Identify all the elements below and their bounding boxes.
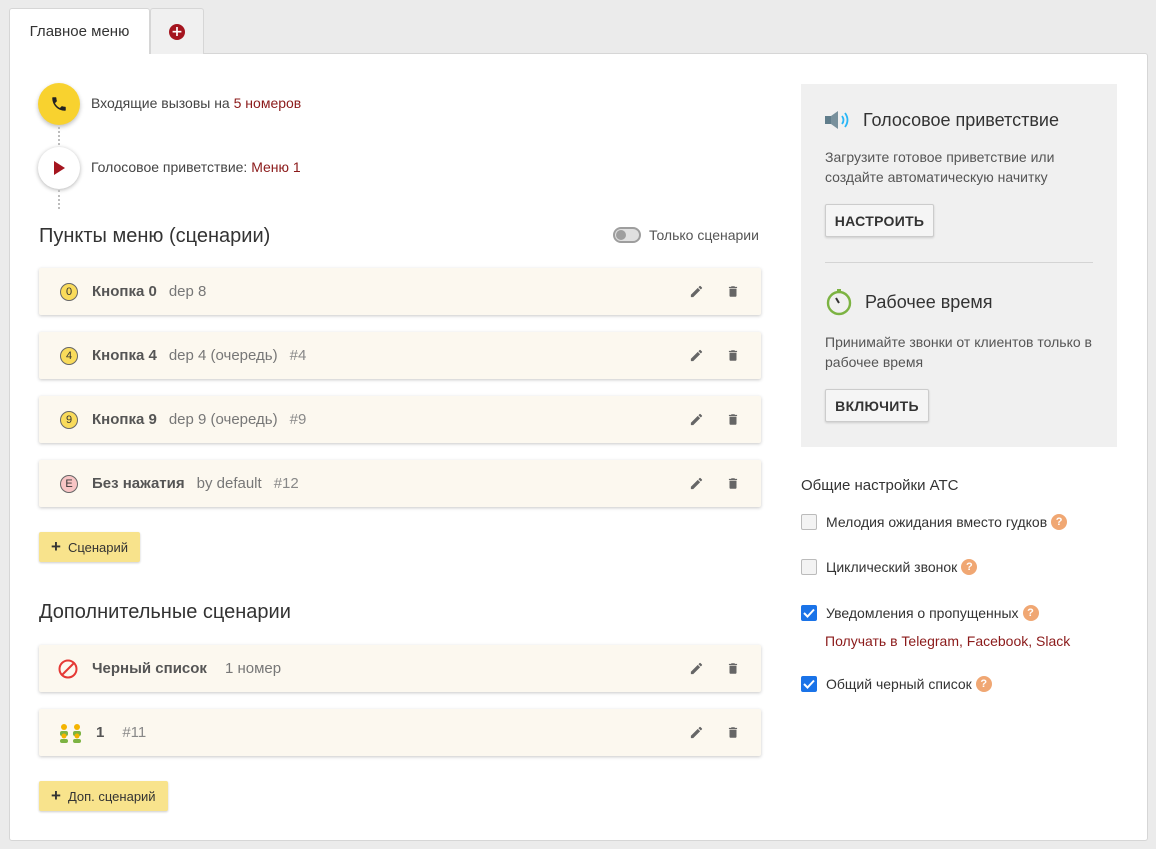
speaker-icon: [824, 109, 854, 136]
add-extra-scenario-label: Доп. сценарий: [67, 788, 156, 804]
edit-icon[interactable]: [688, 476, 704, 492]
phone-icon: [52, 97, 66, 111]
menu-item-card[interactable]: 4 Кнопка 4 dep 4 (очередь) #4: [39, 332, 761, 379]
edit-icon[interactable]: [688, 661, 704, 677]
menu-item-title: Кнопка 4: [92, 347, 157, 364]
add-scenario-button[interactable]: + Сценарий: [39, 532, 141, 562]
incoming-calls-text: Входящие вызовы на 5 номеров: [91, 95, 301, 111]
edit-icon[interactable]: [688, 284, 704, 300]
only-scenarios-toggle[interactable]: Только сценарии: [613, 227, 759, 243]
setting-cyclic-call[interactable]: Циклический звонок ?: [801, 559, 978, 575]
menu-item-department: by default: [196, 475, 262, 492]
edit-icon[interactable]: [688, 412, 704, 428]
plus-icon: +: [51, 786, 61, 805]
menu-item-number: #4: [289, 347, 307, 364]
setting-label: Общий черный список: [826, 676, 972, 692]
menu-item-number: #9: [289, 411, 307, 428]
key-badge: 9: [60, 410, 78, 429]
greeting-card-title: Голосовое приветствие: [863, 110, 1059, 130]
add-scenario-label: Сценарий: [67, 539, 129, 555]
extra-scenario-sub: #11: [122, 724, 147, 741]
plus-icon: +: [51, 537, 61, 556]
notification-channels-link[interactable]: Получать в Telegram, Facebook, Slack: [825, 633, 1070, 649]
greeting-node: [38, 147, 80, 189]
trash-icon[interactable]: [725, 284, 741, 300]
check-icon: [803, 679, 815, 689]
toggle-label: Только сценарии: [649, 227, 759, 243]
menu-item-title: Без нажатия: [92, 475, 185, 492]
flow-connector: [58, 127, 60, 145]
blacklist-icon: [58, 659, 78, 679]
configure-greeting-button[interactable]: НАСТРОИТЬ: [825, 204, 934, 237]
extra-scenarios-title: Дополнительные сценарии: [39, 601, 291, 623]
check-icon: [803, 608, 815, 618]
enable-worktime-button[interactable]: ВКЛЮЧИТЬ: [825, 389, 929, 422]
help-icon[interactable]: ?: [975, 676, 992, 692]
plus-circle-icon: +: [169, 23, 185, 40]
help-icon[interactable]: ?: [1022, 605, 1039, 621]
extra-scenario-title: Черный список: [92, 660, 207, 677]
menu-item-department: dep 9 (очередь): [168, 411, 278, 428]
setting-label: Уведомления о пропущенных: [826, 605, 1019, 621]
side-divider: [825, 262, 1093, 263]
toggle-switch[interactable]: [613, 227, 641, 243]
greeting-card-desc: Загрузите готовое приветствие или создай…: [825, 149, 1055, 185]
trash-icon[interactable]: [725, 476, 741, 492]
setting-missed-notifications[interactable]: Уведомления о пропущенных ?: [801, 605, 1039, 621]
checkbox[interactable]: [801, 559, 817, 575]
menu-item-title: Кнопка 9: [92, 411, 157, 428]
menu-item-department: dep 8: [168, 283, 207, 300]
trash-icon[interactable]: [725, 661, 741, 677]
menu-item-card[interactable]: 9 Кнопка 9 dep 9 (очередь) #9: [39, 396, 761, 443]
play-icon: [54, 161, 65, 175]
greeting-label: Голосовое приветствие:: [91, 159, 248, 175]
setting-hold-music[interactable]: Мелодия ожидания вместо гудков ?: [801, 514, 1068, 530]
setting-common-blacklist[interactable]: Общий черный список ?: [801, 676, 992, 692]
trash-icon[interactable]: [725, 725, 741, 741]
trash-icon[interactable]: [725, 348, 741, 364]
incoming-call-node: [38, 83, 80, 125]
edit-icon[interactable]: [688, 348, 704, 364]
extra-scenario-card[interactable]: Черный список 1 номер: [39, 645, 761, 692]
extra-scenario-card[interactable]: 1 #11: [39, 709, 761, 756]
menu-item-department: dep 4 (очередь): [168, 347, 278, 364]
menu-item-title: Кнопка 0: [92, 283, 157, 300]
menu-item-card[interactable]: 0 Кнопка 0 dep 8: [39, 268, 761, 315]
setting-label: Мелодия ожидания вместо гудков: [826, 514, 1048, 530]
stopwatch-icon: [825, 288, 853, 321]
key-badge: 4: [60, 346, 78, 365]
checkbox-checked[interactable]: [801, 605, 817, 621]
group-icon: [58, 723, 84, 743]
worktime-card-desc: Принимайте звонки от клиентов только в р…: [825, 334, 1092, 370]
add-extra-scenario-button[interactable]: + Доп. сценарий: [39, 781, 168, 811]
incoming-numbers-link[interactable]: 5 номеров: [234, 95, 302, 111]
flow-connector: [58, 190, 60, 209]
help-icon[interactable]: ?: [1051, 514, 1068, 530]
add-tab-button[interactable]: +: [150, 8, 204, 54]
greeting-menu-link[interactable]: Меню 1: [251, 159, 301, 175]
edit-icon[interactable]: [688, 725, 704, 741]
checkbox-checked[interactable]: [801, 676, 817, 692]
help-icon[interactable]: ?: [961, 559, 978, 575]
worktime-card-title: Рабочее время: [865, 292, 993, 312]
incoming-calls-label: Входящие вызовы на: [91, 95, 230, 111]
menu-item-number: #12: [273, 475, 299, 492]
menu-items-title: Пункты меню (сценарии): [39, 225, 271, 247]
tab-main-menu[interactable]: Главное меню: [9, 8, 150, 54]
pbx-settings-title: Общие настройки АТС: [801, 477, 959, 494]
key-badge: E: [60, 474, 78, 493]
setting-label: Циклический звонок: [826, 559, 958, 575]
extra-scenario-title: 1: [96, 724, 105, 741]
greeting-text: Голосовое приветствие: Меню 1: [91, 159, 301, 175]
trash-icon[interactable]: [725, 412, 741, 428]
key-badge: 0: [60, 282, 78, 301]
extra-scenario-sub: 1 номер: [224, 660, 282, 677]
tab-bar: Главное меню +: [9, 8, 204, 54]
checkbox[interactable]: [801, 514, 817, 530]
menu-item-card[interactable]: E Без нажатия by default #12: [39, 460, 761, 507]
